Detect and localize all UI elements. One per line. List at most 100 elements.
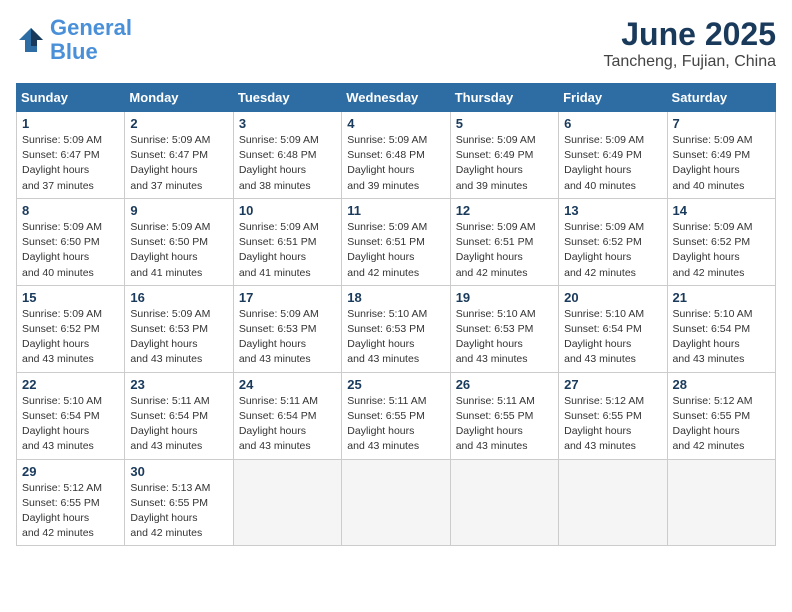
day-number: 22 [22,377,119,392]
day-number: 7 [673,116,770,131]
page-header: General Blue June 2025 Tancheng, Fujian,… [16,16,776,71]
day-number: 3 [239,116,336,131]
day-info: Sunrise: 5:09 AMSunset: 6:48 PMDaylight … [347,133,444,194]
empty-cell [559,459,667,546]
day-info: Sunrise: 5:10 AMSunset: 6:54 PMDaylight … [22,394,119,455]
day-number: 30 [130,464,227,479]
day-cell: 6Sunrise: 5:09 AMSunset: 6:49 PMDaylight… [559,112,667,199]
col-monday: Monday [125,84,233,112]
empty-cell [667,459,775,546]
day-cell: 4 Sunrise: 5:09 AMSunset: 6:48 PMDaylight… [342,112,450,199]
day-number: 23 [130,377,227,392]
day-number: 10 [239,203,336,218]
calendar-row: 29 Sunrise: 5:12 AMSunset: 6:55 PMDayligh… [17,459,776,546]
logo-icon [16,25,46,55]
day-cell: 7 Sunrise: 5:09 AMSunset: 6:49 PMDaylight… [667,112,775,199]
day-cell: 1Sunrise: 5:09 AMSunset: 6:47 PMDaylight… [17,112,125,199]
day-info: Sunrise: 5:09 AMSunset: 6:53 PMDaylight … [130,307,227,368]
day-info: Sunrise: 5:12 AMSunset: 6:55 PMDaylight … [673,394,770,455]
day-cell: 12Sunrise: 5:09 AMSunset: 6:51 PMDayligh… [450,198,558,285]
day-number: 21 [673,290,770,305]
day-number: 18 [347,290,444,305]
day-info: Sunrise: 5:09 AMSunset: 6:52 PMDaylight … [564,220,661,281]
day-info: Sunrise: 5:11 AMSunset: 6:55 PMDaylight … [456,394,553,455]
day-cell: 2Sunrise: 5:09 AMSunset: 6:47 PMDaylight… [125,112,233,199]
day-number: 17 [239,290,336,305]
empty-cell [450,459,558,546]
day-cell: 17 Sunrise: 5:09 AMSunset: 6:53 PMDayligh… [233,285,341,372]
day-cell: 27 Sunrise: 5:12 AMSunset: 6:55 PMDayligh… [559,372,667,459]
day-number: 5 [456,116,553,131]
day-info: Sunrise: 5:09 AMSunset: 6:52 PMDaylight … [22,307,119,368]
day-cell: 18 Sunrise: 5:10 AMSunset: 6:53 PMDayligh… [342,285,450,372]
col-thursday: Thursday [450,84,558,112]
day-info: Sunrise: 5:11 AMSunset: 6:55 PMDaylight … [347,394,444,455]
col-sunday: Sunday [17,84,125,112]
empty-cell [233,459,341,546]
day-info: Sunrise: 5:09 AMSunset: 6:53 PMDaylight … [239,307,336,368]
day-cell: 11Sunrise: 5:09 AMSunset: 6:51 PMDayligh… [342,198,450,285]
calendar-body: 1Sunrise: 5:09 AMSunset: 6:47 PMDaylight… [17,112,776,546]
day-cell: 19Sunrise: 5:10 AMSunset: 6:53 PMDayligh… [450,285,558,372]
day-cell: 14 Sunrise: 5:09 AMSunset: 6:52 PMDayligh… [667,198,775,285]
day-cell: 3 Sunrise: 5:09 AMSunset: 6:48 PMDaylight… [233,112,341,199]
day-number: 9 [130,203,227,218]
day-cell: 28 Sunrise: 5:12 AMSunset: 6:55 PMDayligh… [667,372,775,459]
day-number: 16 [130,290,227,305]
day-info: Sunrise: 5:12 AMSunset: 6:55 PMDaylight … [22,481,119,542]
day-number: 26 [456,377,553,392]
day-cell: 24Sunrise: 5:11 AMSunset: 6:54 PMDayligh… [233,372,341,459]
day-number: 12 [456,203,553,218]
day-info: Sunrise: 5:11 AMSunset: 6:54 PMDaylight … [130,394,227,455]
calendar-header-row: Sunday Monday Tuesday Wednesday Thursday… [17,84,776,112]
col-wednesday: Wednesday [342,84,450,112]
day-number: 29 [22,464,119,479]
empty-cell [342,459,450,546]
location-title: Tancheng, Fujian, China [603,53,776,71]
logo-line2: Blue [50,39,98,64]
day-number: 15 [22,290,119,305]
day-info: Sunrise: 5:10 AMSunset: 6:53 PMDaylight … [347,307,444,368]
day-info: Sunrise: 5:13 AMSunset: 6:55 PMDaylight … [130,481,227,542]
day-number: 24 [239,377,336,392]
day-cell: 16 Sunrise: 5:09 AMSunset: 6:53 PMDayligh… [125,285,233,372]
day-cell: 29 Sunrise: 5:12 AMSunset: 6:55 PMDayligh… [17,459,125,546]
day-number: 27 [564,377,661,392]
day-cell: 20 Sunrise: 5:10 AMSunset: 6:54 PMDayligh… [559,285,667,372]
day-info: Sunrise: 5:12 AMSunset: 6:55 PMDaylight … [564,394,661,455]
day-info: Sunrise: 5:09 AMSunset: 6:48 PMDaylight … [239,133,336,194]
day-cell: 22 Sunrise: 5:10 AMSunset: 6:54 PMDayligh… [17,372,125,459]
day-info: Sunrise: 5:09 AMSunset: 6:51 PMDaylight … [239,220,336,281]
day-number: 25 [347,377,444,392]
day-info: Sunrise: 5:10 AMSunset: 6:54 PMDaylight … [673,307,770,368]
col-friday: Friday [559,84,667,112]
month-title: June 2025 [603,16,776,53]
calendar-row: 1Sunrise: 5:09 AMSunset: 6:47 PMDaylight… [17,112,776,199]
day-number: 4 [347,116,444,131]
day-cell: 5Sunrise: 5:09 AMSunset: 6:49 PMDaylight… [450,112,558,199]
day-cell: 23 Sunrise: 5:11 AMSunset: 6:54 PMDayligh… [125,372,233,459]
day-cell: 13Sunrise: 5:09 AMSunset: 6:52 PMDayligh… [559,198,667,285]
day-cell: 30 Sunrise: 5:13 AMSunset: 6:55 PMDayligh… [125,459,233,546]
logo-text: General Blue [50,16,132,64]
day-cell: 26 Sunrise: 5:11 AMSunset: 6:55 PMDayligh… [450,372,558,459]
day-number: 20 [564,290,661,305]
day-cell: 25 Sunrise: 5:11 AMSunset: 6:55 PMDayligh… [342,372,450,459]
day-cell: 15 Sunrise: 5:09 AMSunset: 6:52 PMDayligh… [17,285,125,372]
day-info: Sunrise: 5:09 AMSunset: 6:52 PMDaylight … [673,220,770,281]
day-number: 28 [673,377,770,392]
calendar-row: 8Sunrise: 5:09 AMSunset: 6:50 PMDaylight… [17,198,776,285]
day-number: 6 [564,116,661,131]
day-number: 19 [456,290,553,305]
logo: General Blue [16,16,132,64]
day-number: 1 [22,116,119,131]
calendar-table: Sunday Monday Tuesday Wednesday Thursday… [16,83,776,546]
day-cell: 21 Sunrise: 5:10 AMSunset: 6:54 PMDayligh… [667,285,775,372]
calendar-row: 15 Sunrise: 5:09 AMSunset: 6:52 PMDayligh… [17,285,776,372]
day-info: Sunrise: 5:09 AMSunset: 6:49 PMDaylight … [673,133,770,194]
day-info: Sunrise: 5:10 AMSunset: 6:54 PMDaylight … [564,307,661,368]
day-info: Sunrise: 5:09 AMSunset: 6:50 PMDaylight … [22,220,119,281]
col-tuesday: Tuesday [233,84,341,112]
day-number: 14 [673,203,770,218]
logo-line1: General [50,15,132,40]
